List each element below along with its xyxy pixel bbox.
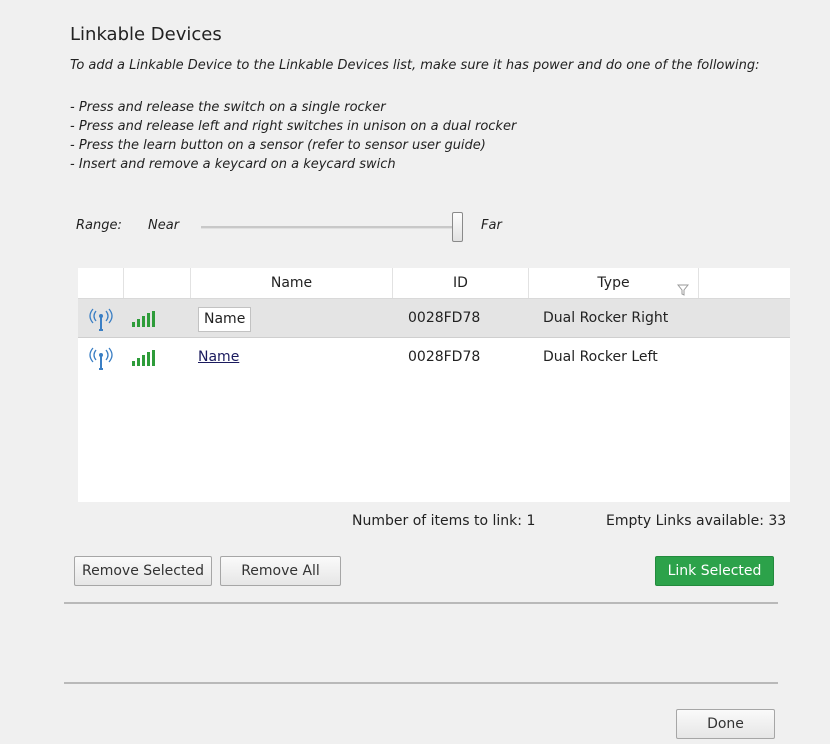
header-name[interactable]: Name bbox=[191, 268, 393, 298]
device-id: 0028FD78 bbox=[408, 349, 481, 365]
antenna-icon bbox=[88, 307, 114, 335]
done-button[interactable]: Done bbox=[676, 709, 775, 739]
range-max-label: Far bbox=[481, 218, 502, 233]
range-slider-thumb[interactable] bbox=[452, 212, 463, 242]
table-header: Name ID Type bbox=[78, 268, 790, 299]
instruction-item: - Press and release left and right switc… bbox=[70, 119, 517, 134]
instruction-item: - Insert and remove a keycard on a keyca… bbox=[70, 157, 396, 172]
intro-text: To add a Linkable Device to the Linkable… bbox=[70, 58, 760, 73]
header-id[interactable]: ID bbox=[393, 268, 529, 298]
empty-links-count: Empty Links available: 33 bbox=[606, 513, 787, 529]
signal-strength-icon bbox=[132, 311, 156, 331]
device-type: Dual Rocker Left bbox=[543, 349, 658, 365]
page-title: Linkable Devices bbox=[70, 24, 222, 45]
signal-strength-icon bbox=[132, 350, 156, 370]
antenna-icon bbox=[88, 346, 114, 374]
header-strength-col bbox=[124, 268, 191, 298]
range-label: Range: bbox=[76, 218, 122, 233]
header-signal-col bbox=[78, 268, 124, 298]
device-type: Dual Rocker Right bbox=[543, 310, 669, 326]
header-type[interactable]: Type bbox=[529, 268, 699, 298]
linkable-devices-table: Name ID Type Name 0028FD78 Dual Rocker R… bbox=[78, 268, 790, 502]
remove-all-button[interactable]: Remove All bbox=[220, 556, 341, 586]
range-slider-track[interactable] bbox=[201, 226, 459, 229]
table-row[interactable]: Name 0028FD78 Dual Rocker Right bbox=[78, 299, 790, 338]
link-selected-button[interactable]: Link Selected bbox=[655, 556, 774, 586]
items-to-link-count: Number of items to link: 1 bbox=[352, 513, 536, 529]
instruction-list: - Press and release the switch on a sing… bbox=[70, 98, 516, 174]
divider bbox=[64, 682, 778, 684]
table-row[interactable]: Name 0028FD78 Dual Rocker Left bbox=[78, 338, 790, 376]
divider bbox=[64, 602, 778, 604]
device-name-input[interactable]: Name bbox=[198, 307, 252, 332]
instruction-item: - Press and release the switch on a sing… bbox=[70, 100, 386, 115]
range-min-label: Near bbox=[148, 218, 180, 233]
header-type-label: Type bbox=[597, 275, 630, 291]
remove-selected-button[interactable]: Remove Selected bbox=[74, 556, 212, 586]
instruction-item: - Press the learn button on a sensor (re… bbox=[70, 138, 486, 153]
device-id: 0028FD78 bbox=[408, 310, 481, 326]
device-name-link[interactable]: Name bbox=[198, 338, 239, 376]
